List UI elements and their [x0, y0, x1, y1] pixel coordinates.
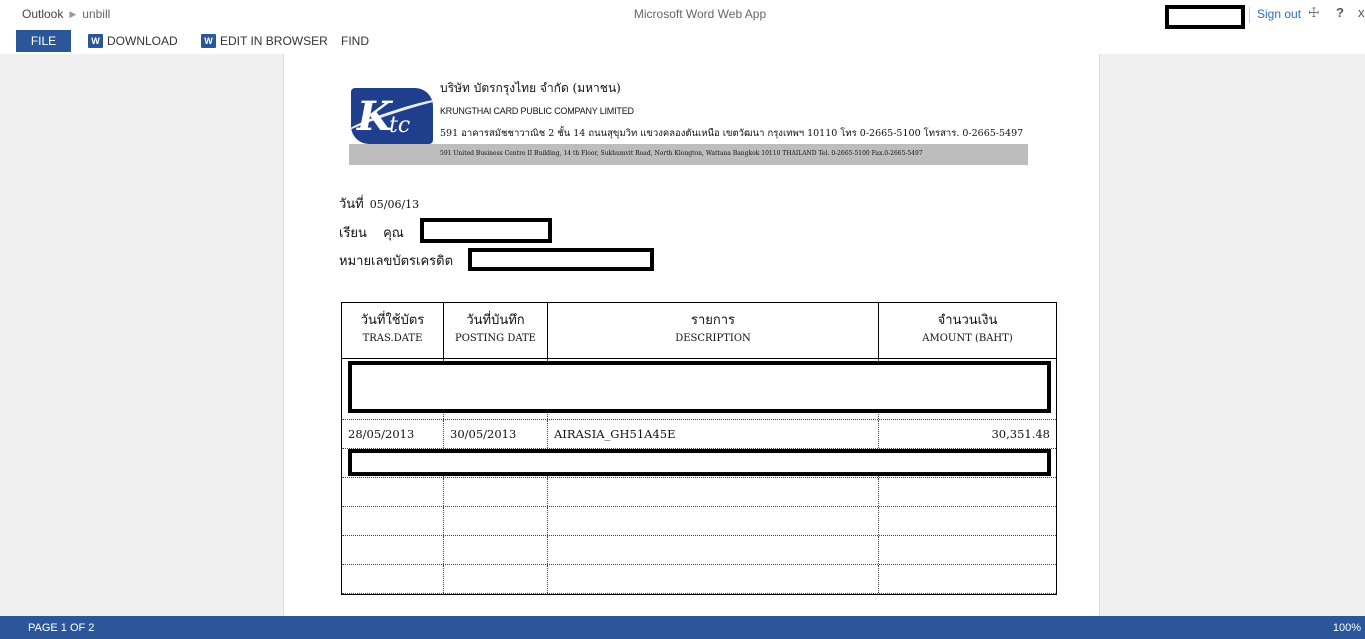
- app-title: Microsoft Word Web App: [633, 7, 767, 21]
- card-number-label: หมายเลขบัตรเครดิต: [339, 254, 454, 269]
- table-cell: [548, 507, 879, 535]
- table-cell: [444, 478, 548, 506]
- date-line: วันที่ 05/06/13: [339, 193, 419, 214]
- cell-description: AIRASIA_GH51A45E: [548, 420, 879, 448]
- header-tras-date: วันที่ใช้บัตร TRAS.DATE: [342, 303, 444, 358]
- header-thai: จำนวนเงิน: [937, 313, 998, 328]
- header-amount: จำนวนเงิน AMOUNT (BAHT): [879, 303, 1056, 358]
- header-posting-date: วันที่บันทึก POSTING DATE: [444, 303, 548, 358]
- status-bar: PAGE 1 OF 2 100%: [0, 616, 1365, 639]
- company-name-thai: บริษัท บัตรกรุงไทย จำกัด (มหาชน): [440, 81, 621, 95]
- cell-amount: 30,351.48: [991, 427, 1050, 441]
- page-indicator: PAGE 1 OF 2: [28, 622, 95, 634]
- header-english: AMOUNT (BAHT): [922, 333, 1013, 344]
- table-row: [342, 536, 1056, 565]
- sign-out-link[interactable]: Sign out: [1257, 7, 1301, 21]
- table-row: [342, 478, 1056, 507]
- table-cell: [548, 478, 879, 506]
- table-cell: [879, 536, 1056, 564]
- header-english: DESCRIPTION: [675, 333, 751, 344]
- ktc-logo: K tc: [351, 88, 433, 144]
- card-number-line: หมายเลขบัตรเครดิต: [339, 250, 453, 271]
- table-cell: [342, 478, 444, 506]
- logo-letters-tc: tc: [389, 113, 411, 138]
- close-icon[interactable]: x: [1358, 5, 1365, 20]
- redacted-card-number: [468, 248, 654, 271]
- company-address-thai: 591 อาคารสมัชชาวาณิช 2 ชั้น 14 ถนนสุขุมว…: [440, 128, 1024, 139]
- company-name-english: KRUNGTHAI CARD PUBLIC COMPANY LIMITED: [440, 106, 634, 116]
- cell-tras-date: 28/05/2013: [342, 420, 444, 448]
- table-row: 28/05/2013 30/05/2013 AIRASIA_GH51A45E 3…: [342, 420, 1056, 449]
- table-row: [342, 565, 1056, 594]
- table-header: วันที่ใช้บัตร TRAS.DATE วันที่บันทึก POS…: [342, 303, 1056, 359]
- table-cell: [879, 507, 1056, 535]
- company-address-english: 591 United Business Centre II Building, …: [440, 150, 923, 157]
- zoom-level[interactable]: 100%: [1333, 622, 1361, 634]
- redacted-name: [420, 218, 552, 243]
- salutation-line: เรียน คุณ: [339, 222, 404, 243]
- table-cell: [879, 565, 1056, 593]
- header-thai: วันที่ใช้บัตร: [360, 313, 425, 328]
- redacted-block: [348, 361, 1051, 413]
- table-cell: [444, 536, 548, 564]
- logo-letter-k: K: [357, 93, 392, 140]
- table-cell: [342, 507, 444, 535]
- download-button[interactable]: W DOWNLOAD: [88, 33, 178, 49]
- divider: [1249, 7, 1250, 23]
- table-cell: [548, 536, 879, 564]
- top-bar: Outlook ▶ unbill Microsoft Word Web App …: [0, 0, 1365, 30]
- word-edit-icon: W: [201, 34, 216, 48]
- redacted-row: [348, 449, 1051, 476]
- help-icon[interactable]: ?: [1336, 5, 1344, 20]
- table-cell: [342, 536, 444, 564]
- ribbon: FILE W DOWNLOAD W EDIT IN BROWSER FIND: [0, 30, 1365, 54]
- table-cell: [444, 565, 548, 593]
- header-thai: รายการ: [690, 313, 736, 328]
- find-button[interactable]: FIND: [341, 33, 369, 49]
- word-icon: W: [88, 34, 103, 48]
- cell-posting-date: 30/05/2013: [444, 420, 548, 448]
- edit-in-browser-button[interactable]: W EDIT IN BROWSER: [201, 33, 328, 49]
- date-value: 05/06/13: [369, 198, 420, 211]
- date-label: วันที่: [339, 197, 364, 212]
- khun-label: คุณ: [383, 226, 404, 241]
- table-cell: [444, 507, 548, 535]
- header-thai: วันที่บันทึก: [466, 313, 525, 328]
- download-label: DOWNLOAD: [107, 34, 178, 48]
- table-cell: [342, 565, 444, 593]
- table-cell: [879, 478, 1056, 506]
- document-page: K tc บริษัท บัตรกรุงไทย จำกัด (มหาชน) KR…: [283, 54, 1100, 616]
- header-description: รายการ DESCRIPTION: [548, 303, 879, 358]
- edit-in-browser-label: EDIT IN BROWSER: [220, 34, 328, 48]
- header-english: POSTING DATE: [455, 333, 536, 344]
- dear-label: เรียน: [339, 226, 367, 241]
- file-button[interactable]: FILE: [16, 30, 71, 52]
- redacted-username: [1165, 5, 1245, 29]
- header-english: TRAS.DATE: [362, 333, 423, 344]
- table-cell: [548, 565, 879, 593]
- user-account-icon[interactable]: ☩: [1308, 5, 1320, 21]
- table-row: [342, 507, 1056, 536]
